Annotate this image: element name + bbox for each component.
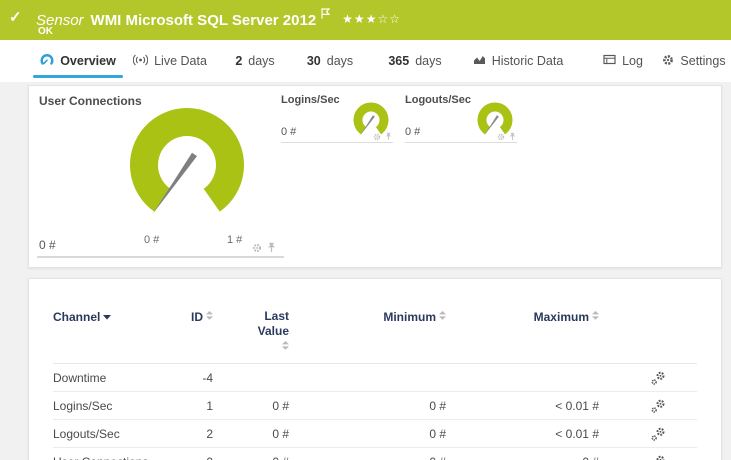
- sensor-title-line: Sensor WMI Microsoft SQL Server 2012 ★★★☆☆: [36, 6, 401, 29]
- channel-id: 0: [173, 455, 213, 460]
- user-connections-gauge: [130, 108, 244, 215]
- tab-label: Historic Data: [491, 54, 564, 68]
- channel-name: User Connections: [53, 455, 173, 460]
- tab-num: 2: [235, 54, 243, 68]
- channel-maximum: 0 #: [446, 455, 599, 460]
- channel-last-value: 0 #: [272, 426, 289, 441]
- gauge-pin-icon[interactable]: [509, 132, 516, 141]
- tab-label: days: [248, 54, 275, 68]
- gear-icon: [662, 54, 674, 69]
- sort-icon: [592, 309, 599, 323]
- edit-channel-gears-icon[interactable]: [651, 455, 665, 460]
- log-list-icon: [603, 54, 616, 68]
- flag-icon: [321, 6, 331, 23]
- sort-icon: [216, 339, 289, 354]
- gauge-gear-icon[interactable]: [252, 243, 262, 253]
- tab-historic-data[interactable]: Historic Data: [473, 40, 563, 82]
- column-header-last-value[interactable]: Last Value: [213, 309, 289, 354]
- tab-30-days[interactable]: 30 days: [302, 40, 358, 82]
- column-header-id[interactable]: ID: [173, 309, 213, 324]
- edit-channel-gears-icon[interactable]: [651, 427, 665, 441]
- channel-minimum: 0 #: [289, 455, 446, 460]
- gauge-gear-icon[interactable]: [373, 133, 381, 141]
- sort-icon: [439, 309, 446, 323]
- edit-channel-gears-icon[interactable]: [651, 371, 665, 385]
- channel-name: Logouts/Sec: [53, 426, 120, 441]
- chart-icon: [473, 54, 486, 68]
- channel-name: Downtime: [53, 370, 107, 385]
- edit-channel-gears-icon[interactable]: [651, 399, 665, 413]
- table-header-row: Channel ID Last Value Minimum Maximum: [53, 309, 697, 364]
- tab-log[interactable]: Log: [602, 40, 644, 82]
- live-signal-icon: [132, 54, 149, 69]
- stars-filled: ★★★: [342, 12, 378, 26]
- gauge-scale-max: 1 #: [227, 234, 243, 246]
- channel-minimum: 0 #: [429, 426, 446, 441]
- divider: [281, 142, 393, 143]
- tab-2-days[interactable]: 2 days: [230, 40, 280, 82]
- column-header-maximum[interactable]: Maximum: [446, 309, 599, 324]
- gauge-icon: [40, 53, 54, 69]
- table-row: Logouts/Sec 2 0 # 0 # < 0.01 #: [53, 420, 697, 448]
- tab-365-days[interactable]: 365 days: [384, 40, 446, 82]
- table-row: Logins/Sec 1 0 # 0 # < 0.01 #: [53, 392, 697, 420]
- column-header-minimum[interactable]: Minimum: [289, 309, 446, 324]
- table-row: Downtime -4: [53, 364, 697, 392]
- column-header-channel[interactable]: Channel: [53, 309, 173, 324]
- logins-title: Logins/Sec: [281, 94, 340, 106]
- prtg-sensor-overview-page: ✓ Sensor WMI Microsoft SQL Server 2012 ★★★…: [0, 0, 731, 460]
- channel-id: 1: [206, 398, 213, 413]
- logouts-title: Logouts/Sec: [405, 94, 472, 106]
- tab-num: 365: [388, 54, 410, 68]
- priority-stars[interactable]: ★★★☆☆: [342, 12, 401, 26]
- channel-minimum: 0 #: [429, 398, 446, 413]
- tab-label: days: [326, 54, 354, 68]
- tab-bar: Overview Live Data 2 days 30 days 365 da…: [0, 40, 731, 82]
- channel-last-value: 0 #: [272, 398, 289, 413]
- gauge-pin-icon[interactable]: [267, 242, 276, 253]
- tab-label: days: [415, 54, 442, 68]
- gauges-panel: User Connections 0 # 1 # 0 # Logins/Sec …: [28, 85, 722, 268]
- channel-id: -4: [202, 370, 213, 385]
- channel-maximum: < 0.01 #: [555, 398, 599, 413]
- channel-last-value: 0 #: [213, 455, 289, 460]
- primary-gauge-value: 0 #: [39, 238, 56, 252]
- sort-icon: [206, 309, 213, 323]
- tab-overview[interactable]: Overview: [33, 40, 123, 82]
- tab-label: Settings: [680, 54, 726, 68]
- status-ok-check-icon: ✓: [9, 9, 22, 26]
- channel-id: 2: [206, 426, 213, 441]
- gauge-scale-min: 0 #: [144, 234, 160, 246]
- channel-maximum: < 0.01 #: [555, 426, 599, 441]
- tab-num: 30: [306, 54, 321, 68]
- sensor-status-header: ✓ Sensor WMI Microsoft SQL Server 2012 ★★★…: [0, 0, 731, 40]
- logouts-gauge-block: Logouts/Sec 0 #: [405, 86, 517, 267]
- channel-name: Logins/Sec: [53, 398, 113, 413]
- sort-desc-icon: [103, 309, 112, 323]
- stars-empty: ☆☆: [377, 12, 401, 26]
- gauge-pin-icon[interactable]: [385, 132, 392, 141]
- page-title: WMI Microsoft SQL Server 2012: [90, 12, 317, 29]
- tab-label: Live Data: [154, 54, 207, 68]
- tab-live-data[interactable]: Live Data: [132, 40, 207, 82]
- table-row: User Connections 0 0 # 0 # 0 #: [53, 448, 697, 460]
- channels-table-panel: Channel ID Last Value Minimum Maximum Do…: [28, 278, 722, 460]
- logins-gauge-block: Logins/Sec 0 #: [281, 86, 393, 267]
- divider: [37, 256, 284, 258]
- tab-label: Log: [622, 54, 643, 68]
- sensor-status-text: OK: [38, 26, 53, 37]
- tab-settings[interactable]: Settings: [662, 40, 726, 82]
- divider: [405, 142, 517, 143]
- tab-label: Overview: [60, 54, 116, 68]
- logouts-value: 0 #: [405, 126, 421, 138]
- gauge-gear-icon[interactable]: [497, 133, 505, 141]
- logins-value: 0 #: [281, 126, 297, 138]
